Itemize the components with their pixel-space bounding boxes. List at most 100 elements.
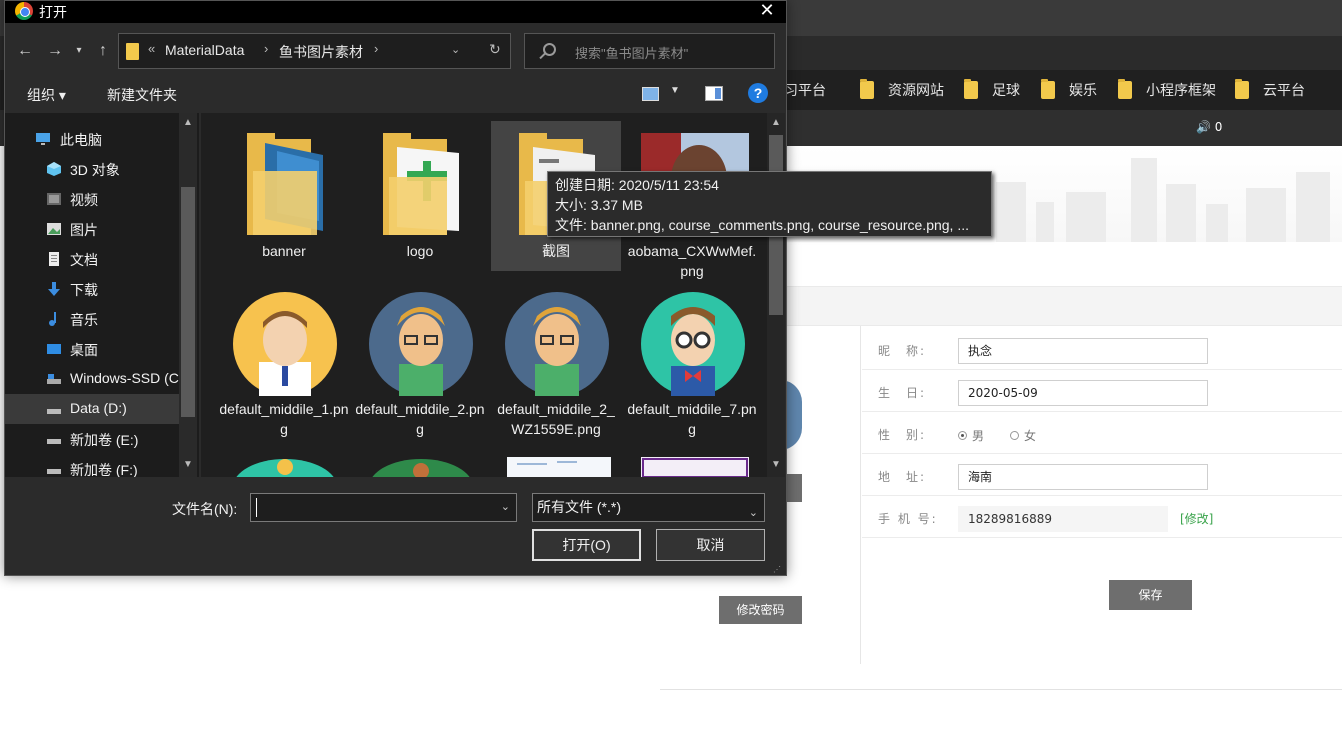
forward-arrow-icon[interactable]: → bbox=[45, 40, 65, 62]
file-item-default-middile-2[interactable]: default_middile_2.png bbox=[355, 286, 485, 437]
sidebar-item-drive-e[interactable]: 新加卷 (E:) bbox=[5, 424, 179, 454]
change-password-button[interactable]: 修改密码 bbox=[719, 596, 802, 624]
bookmark-resource-sites[interactable]: 资源网站 bbox=[860, 79, 944, 100]
sidebar-item-label: 视频 bbox=[70, 192, 98, 208]
computer-icon bbox=[36, 133, 50, 145]
address-breadcrumb[interactable]: « MaterialData › 鱼书图片素材 › ⌄ ↻ bbox=[118, 33, 511, 69]
scroll-down-icon[interactable]: ▼ bbox=[182, 459, 194, 470]
tooltip-files: 文件: banner.png, course_comments.png, cou… bbox=[555, 217, 970, 233]
avatar-thumbnail-icon bbox=[372, 459, 470, 477]
tooltip-size: 大小: 3.37 MB bbox=[555, 197, 643, 213]
scroll-up-icon[interactable]: ▲ bbox=[182, 117, 194, 128]
drive-icon bbox=[47, 409, 61, 414]
gender-female-radio[interactable]: 女 bbox=[1010, 427, 1036, 444]
nickname-input[interactable]: 执念 bbox=[958, 338, 1208, 364]
file-name: banner bbox=[262, 243, 306, 259]
sidebar-item-this-pc[interactable]: 此电脑 bbox=[5, 124, 179, 154]
preview-pane-icon[interactable] bbox=[705, 86, 723, 101]
file-name: logo bbox=[406, 243, 434, 259]
navigation-bar: ← → ▾ ↑ « MaterialData › 鱼书图片素材 › ⌄ ↻ 搜索… bbox=[5, 23, 786, 79]
sidebar-item-drive-c[interactable]: Windows-SSD (C bbox=[5, 364, 179, 394]
search-input[interactable]: 搜索"鱼书图片素材" bbox=[524, 33, 775, 69]
drive-icon bbox=[47, 374, 61, 384]
chevron-down-icon[interactable]: ⌄ bbox=[749, 500, 758, 527]
avatar-thumbnail-icon bbox=[505, 292, 609, 396]
file-open-dialog: 打开 ✕ ← → ▾ ↑ « MaterialData › 鱼书图片素材 › ⌄… bbox=[4, 0, 992, 576]
filename-input[interactable]: ⌄ bbox=[250, 493, 517, 522]
view-mode-dropdown-icon[interactable]: ▼ bbox=[670, 85, 680, 96]
address-dropdown-chevron-icon[interactable]: ⌄ bbox=[451, 43, 460, 56]
bookmark-entertainment[interactable]: 娱乐 bbox=[1041, 79, 1097, 100]
sidebar-scrollbar[interactable]: ▲ ▼ bbox=[179, 113, 197, 477]
sidebar-item-label: 3D 对象 bbox=[70, 162, 120, 178]
bookmark-label: 足球 bbox=[992, 82, 1020, 98]
sidebar-item-videos[interactable]: 视频 bbox=[5, 184, 179, 214]
file-item-banner[interactable]: banner bbox=[219, 121, 349, 271]
file-name: 截图 bbox=[542, 243, 570, 259]
sidebar-item-label: 桌面 bbox=[70, 342, 98, 358]
new-folder-button[interactable]: 新建文件夹 bbox=[107, 85, 177, 105]
breadcrumb-overflow[interactable]: « bbox=[148, 41, 155, 56]
text-caret bbox=[256, 498, 257, 517]
close-icon[interactable]: ✕ bbox=[757, 0, 777, 20]
desktop-icon bbox=[47, 344, 61, 354]
dialog-footer: 文件名(N): ⌄ 所有文件 (*.*) ⌄ 打开(O) 取消 ⋰ bbox=[5, 477, 786, 575]
resize-grip-icon[interactable]: ⋰ bbox=[773, 565, 781, 574]
chrome-icon bbox=[15, 2, 33, 20]
sidebar-item-3d-objects[interactable]: 3D 对象 bbox=[5, 154, 179, 184]
file-item-default-middile-7[interactable]: default_middile_7.png bbox=[627, 286, 757, 437]
file-item-logo[interactable]: logo bbox=[355, 121, 485, 271]
scroll-down-icon[interactable]: ▼ bbox=[770, 459, 782, 470]
image-thumbnail-icon bbox=[641, 457, 749, 477]
scroll-up-icon[interactable]: ▲ bbox=[770, 117, 782, 128]
upload-avatar-button[interactable] bbox=[786, 474, 802, 502]
bookmark-miniprogram-frameworks[interactable]: 小程序框架 bbox=[1118, 79, 1216, 100]
sidebar-item-pictures[interactable]: 图片 bbox=[5, 214, 179, 244]
document-icon bbox=[49, 252, 59, 266]
file-item-default-middile-2-wz[interactable]: default_middile_2_WZ1559E.png bbox=[491, 286, 621, 437]
sidebar-item-desktop[interactable]: 桌面 bbox=[5, 334, 179, 364]
view-mode-icon[interactable] bbox=[642, 87, 659, 101]
help-icon[interactable]: ? bbox=[748, 83, 768, 103]
sidebar-item-documents[interactable]: 文档 bbox=[5, 244, 179, 274]
scrollbar-thumb[interactable] bbox=[181, 187, 195, 417]
search-icon bbox=[543, 43, 556, 56]
organize-menu-button[interactable]: 组织 ▾ bbox=[27, 85, 66, 105]
sidebar-item-music[interactable]: 音乐 bbox=[5, 304, 179, 334]
music-icon bbox=[49, 312, 56, 326]
chevron-down-icon[interactable]: ⌄ bbox=[501, 500, 510, 513]
breadcrumb-materialdata[interactable]: MaterialData bbox=[165, 42, 244, 58]
sidebar-item-label: 此电脑 bbox=[60, 132, 102, 148]
address-input[interactable]: 海南 bbox=[958, 464, 1208, 490]
birthday-row: 生 日: 2020-05-09 bbox=[862, 370, 1342, 412]
bookmark-cloud-platform[interactable]: 云平台 bbox=[1235, 79, 1305, 100]
recent-locations-chevron-icon[interactable]: ▾ bbox=[69, 40, 89, 62]
breadcrumb-chevron-icon[interactable]: › bbox=[374, 41, 378, 56]
file-list-scrollbar[interactable]: ▲ ▼ bbox=[767, 113, 785, 477]
birthday-input[interactable]: 2020-05-09 bbox=[958, 380, 1208, 406]
bookmark-football[interactable]: 足球 bbox=[964, 79, 1020, 100]
drive-icon bbox=[47, 469, 61, 474]
breadcrumb-current-folder[interactable]: 鱼书图片素材 bbox=[279, 42, 363, 62]
filetype-select[interactable]: 所有文件 (*.*) ⌄ bbox=[532, 493, 765, 522]
back-arrow-icon[interactable]: ← bbox=[15, 40, 35, 62]
sidebar-item-drive-f[interactable]: 新加卷 (F:) bbox=[5, 454, 179, 477]
volume-indicator[interactable]: 🔊 0 bbox=[1196, 120, 1222, 134]
file-name: default_middile_7.png bbox=[627, 401, 757, 437]
open-button[interactable]: 打开(O) bbox=[532, 529, 641, 561]
up-arrow-icon[interactable]: ↑ bbox=[93, 40, 113, 62]
refresh-icon[interactable]: ↻ bbox=[489, 41, 501, 58]
gender-male-radio[interactable]: 男 bbox=[958, 427, 984, 444]
sidebar-item-downloads[interactable]: 下载 bbox=[5, 274, 179, 304]
search-placeholder: 搜索"鱼书图片素材" bbox=[575, 46, 689, 61]
cancel-button[interactable]: 取消 bbox=[656, 529, 765, 561]
file-item-default-middile-1[interactable]: default_middile_1.png bbox=[219, 286, 349, 437]
sidebar-item-drive-d[interactable]: Data (D:) bbox=[5, 394, 179, 424]
folder-icon bbox=[1235, 79, 1249, 99]
avatar-thumbnail-icon bbox=[641, 292, 745, 396]
file-name: default_middile_2_WZ1559E.png bbox=[497, 401, 615, 437]
modify-phone-link[interactable]: [修改] bbox=[1180, 510, 1213, 527]
pictures-icon bbox=[47, 223, 61, 235]
breadcrumb-chevron-icon[interactable]: › bbox=[264, 41, 268, 56]
save-button[interactable]: 保存 bbox=[1109, 580, 1192, 610]
